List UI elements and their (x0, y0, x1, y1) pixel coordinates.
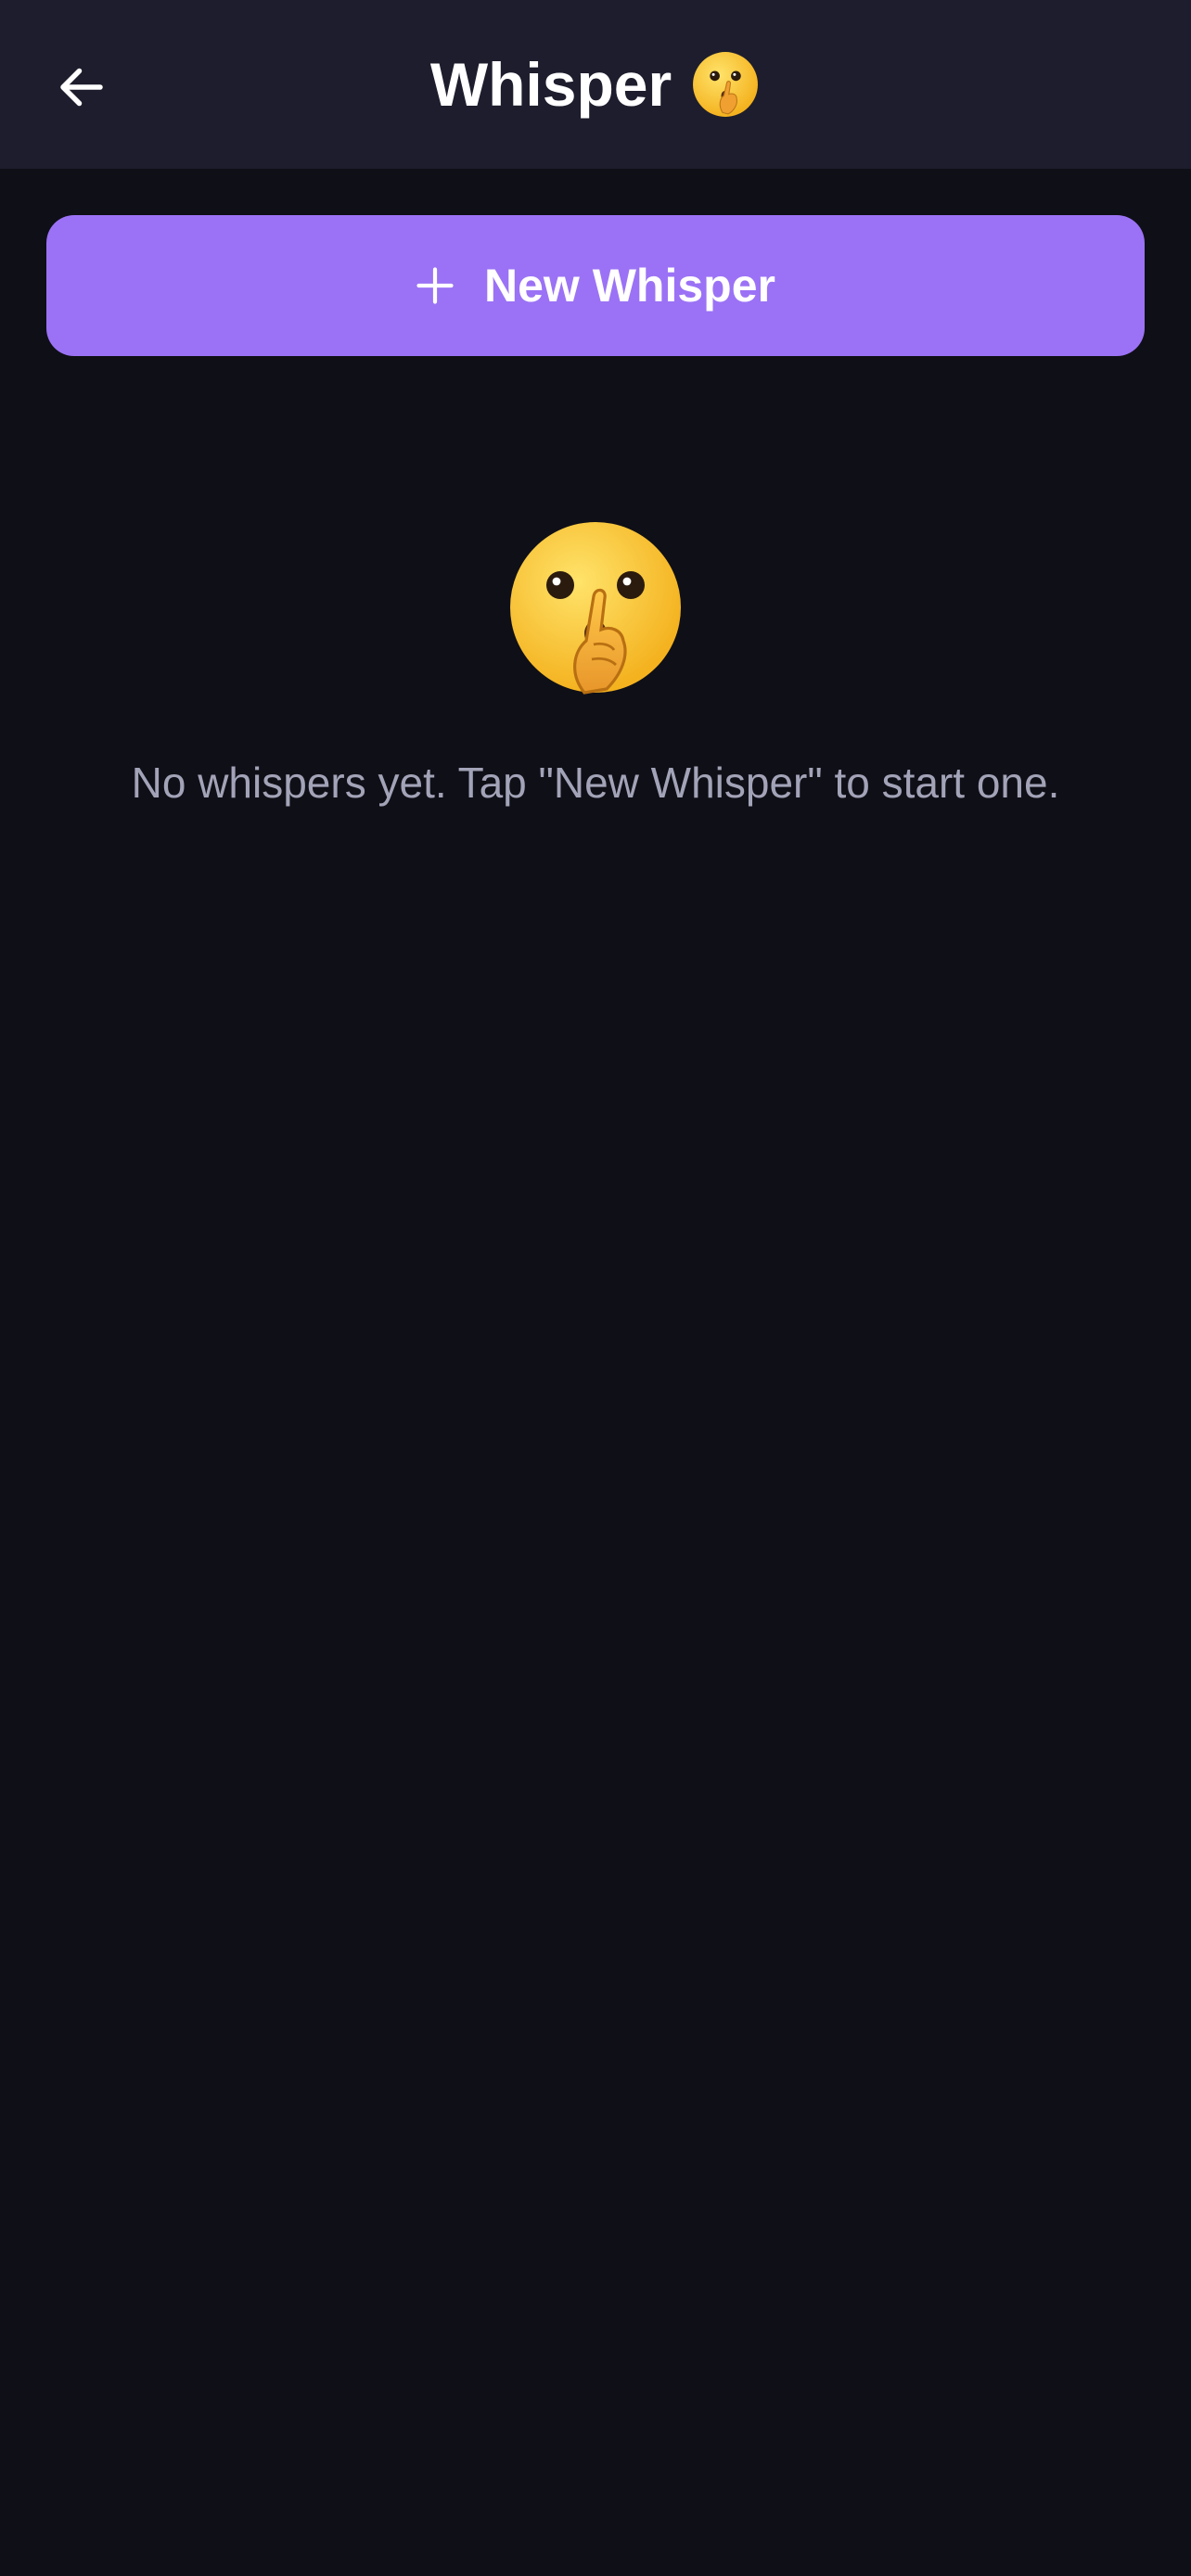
new-whisper-label: New Whisper (484, 260, 775, 312)
title-container: Whisper (0, 0, 1191, 169)
new-whisper-button[interactable]: New Whisper (46, 215, 1145, 356)
page-title: Whisper (429, 50, 672, 119)
back-button[interactable] (37, 43, 126, 132)
empty-state: No whispers yet. Tap "New Whisper" to st… (0, 515, 1191, 808)
shushing-face-icon (510, 522, 681, 695)
plus-icon (416, 267, 454, 304)
arrow-left-icon (60, 68, 103, 107)
shushing-face-icon (693, 52, 759, 117)
app-bar: Whisper (0, 0, 1191, 169)
empty-state-message: No whispers yet. Tap "New Whisper" to st… (131, 759, 1060, 807)
